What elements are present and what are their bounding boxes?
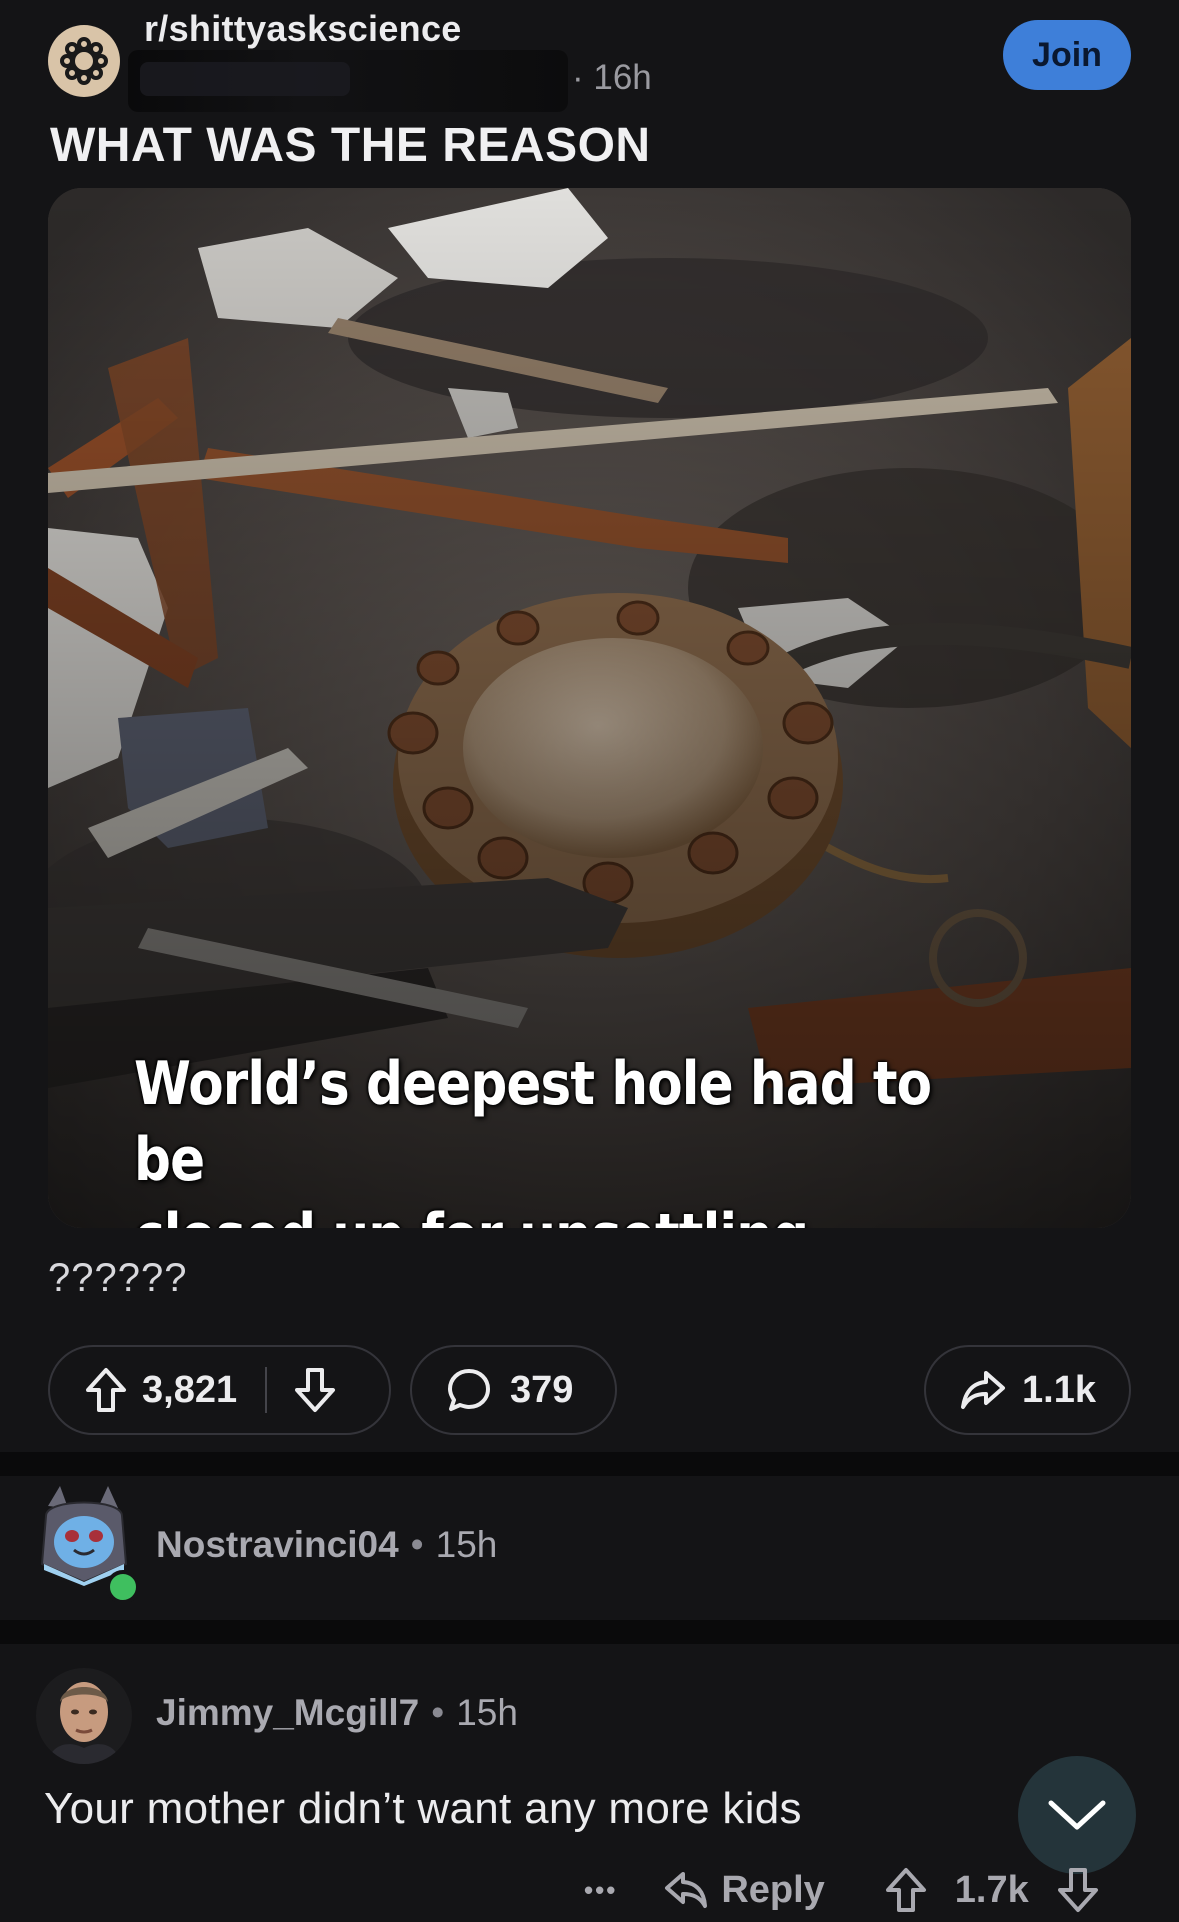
upvote-icon[interactable] xyxy=(84,1367,128,1413)
section-divider xyxy=(0,1620,1179,1644)
vote-separator xyxy=(265,1367,268,1413)
comment-username[interactable]: Nostravinci04 xyxy=(156,1524,399,1566)
comment-username[interactable]: Jimmy_Mcgill7 xyxy=(156,1692,419,1734)
downvote-icon[interactable] xyxy=(293,1367,337,1413)
comment-count: 379 xyxy=(510,1368,574,1411)
post-title[interactable]: WHAT WAS THE REASON xyxy=(50,118,651,173)
comment-avatar[interactable] xyxy=(36,1668,132,1764)
image-caption-line1: World’s deepest hole had to be xyxy=(134,1049,932,1195)
more-icon: ••• xyxy=(584,1874,618,1905)
vote-pill: 3,821 xyxy=(48,1345,391,1435)
upvote-icon[interactable] xyxy=(885,1867,927,1913)
comment-header: Jimmy_Mcgill7 • 15h xyxy=(156,1692,518,1734)
share-count: 1.1k xyxy=(1022,1368,1096,1411)
upvote-count: 3,821 xyxy=(142,1368,238,1411)
section-divider xyxy=(0,1452,1179,1476)
reply-icon xyxy=(663,1870,709,1910)
comment-icon xyxy=(446,1367,492,1413)
downvote-icon[interactable] xyxy=(1057,1867,1099,1913)
comment-button[interactable]: 379 xyxy=(410,1345,617,1435)
comment-separator: • xyxy=(410,1524,424,1565)
comment-score: 1.7k xyxy=(954,1868,1029,1911)
comment-text: Your mother didn’t want any more kids xyxy=(44,1784,802,1833)
join-button[interactable]: Join xyxy=(1003,20,1131,90)
subreddit-avatar[interactable] xyxy=(48,25,120,97)
share-icon xyxy=(960,1369,1006,1411)
more-button[interactable]: ••• xyxy=(584,1875,617,1906)
post-image[interactable]: World’s deepest hole had to be closed up… xyxy=(48,188,1131,1228)
post-body: ?????? xyxy=(48,1256,188,1300)
chevron-down-icon xyxy=(1048,1800,1106,1830)
comment-header: Nostravinci04 • 15h xyxy=(156,1524,497,1566)
image-caption: World’s deepest hole had to be closed up… xyxy=(134,1046,994,1228)
subreddit-icon xyxy=(60,37,108,85)
comment-actions: ••• Reply 1.7k xyxy=(584,1860,1099,1920)
online-badge xyxy=(106,1570,140,1604)
comment-time: 15h xyxy=(456,1692,518,1733)
comment-time: 15h xyxy=(435,1524,498,1565)
post-age: · 16h xyxy=(572,58,652,97)
reply-label: Reply xyxy=(721,1868,825,1911)
collapse-button[interactable] xyxy=(1018,1756,1136,1874)
subreddit-name[interactable]: r/shittyaskscience xyxy=(144,8,462,50)
comment-separator: • xyxy=(431,1692,445,1733)
reply-button[interactable]: Reply xyxy=(663,1868,825,1912)
share-button[interactable]: 1.1k xyxy=(924,1345,1131,1435)
image-caption-line2: closed up for unsettling reason xyxy=(134,1198,994,1228)
redaction-smudge xyxy=(140,62,350,96)
